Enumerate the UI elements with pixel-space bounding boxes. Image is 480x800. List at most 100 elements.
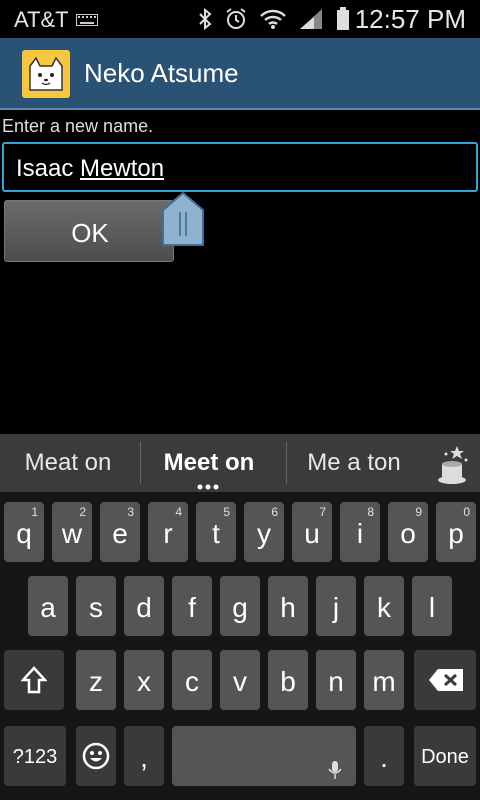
key-hint: 3: [127, 505, 134, 519]
app-icon: [22, 50, 70, 98]
suggestion-1[interactable]: Meat on: [6, 449, 130, 477]
signal-icon: [300, 9, 322, 29]
delete-key[interactable]: [414, 650, 476, 710]
app-title-bar: Neko Atsume: [0, 38, 480, 110]
space-key[interactable]: [172, 726, 356, 786]
key-hint: 7: [319, 505, 326, 519]
name-input[interactable]: Isaac Mewton: [2, 142, 478, 192]
key-label: Done: [421, 746, 469, 768]
keyboard-notification-icon: [76, 14, 98, 26]
status-bar: AT&T 12:57 PM: [0, 0, 480, 38]
key-t[interactable]: 5t: [196, 502, 236, 562]
key-label: l: [428, 592, 436, 623]
key-label: d: [136, 592, 152, 623]
clock: 12:57 PM: [354, 4, 466, 34]
done-key[interactable]: Done: [414, 726, 476, 786]
key-p[interactable]: 0p: [436, 502, 476, 562]
key-label: .: [380, 742, 388, 773]
alarm-icon: [226, 8, 246, 29]
key-u[interactable]: 7u: [292, 502, 332, 562]
key-y[interactable]: 6y: [244, 502, 284, 562]
key-s[interactable]: s: [76, 576, 116, 636]
key-b[interactable]: b: [268, 650, 308, 710]
key-hint: 2: [79, 505, 86, 519]
key-z[interactable]: z: [76, 650, 116, 710]
emoji-icon: [82, 742, 110, 770]
key-label: z: [89, 666, 103, 697]
dialog-prompt: Enter a new name.: [2, 116, 154, 136]
key-label: x: [137, 666, 151, 697]
key-label: o: [400, 518, 416, 549]
key-q[interactable]: 1q: [4, 502, 44, 562]
key-label: u: [304, 518, 320, 549]
carrier-name: AT&T: [14, 7, 69, 32]
key-label: g: [232, 592, 248, 623]
app-title: Neko Atsume: [84, 58, 239, 88]
key-n[interactable]: n: [316, 650, 356, 710]
name-input-prefix: Isaac: [16, 155, 81, 182]
key-label: q: [16, 518, 32, 549]
key-a[interactable]: a: [28, 576, 68, 636]
key-l[interactable]: l: [412, 576, 452, 636]
key-c[interactable]: c: [172, 650, 212, 710]
key-label: s: [89, 592, 103, 623]
key-label: c: [185, 666, 199, 697]
ok-button-label: OK: [71, 218, 109, 248]
emoji-key[interactable]: [76, 726, 116, 786]
suggestion-divider: [140, 442, 141, 484]
cat-icon: [22, 50, 70, 98]
suggestion-strip: Meat on Meet on Me a ton: [0, 434, 480, 492]
key-label: e: [112, 518, 128, 549]
period-key[interactable]: .: [364, 726, 404, 786]
soft-keyboard: 1q 2w 3e 4r 5t 6y 7u 8i 9o 0p a s d f g …: [0, 492, 480, 800]
ok-button[interactable]: OK: [4, 200, 174, 262]
text-cursor-handle[interactable]: [162, 192, 204, 246]
key-label: f: [188, 592, 196, 623]
status-icons: [198, 6, 350, 32]
key-label: b: [280, 666, 296, 697]
composing-word: Mewton: [80, 155, 165, 182]
key-r[interactable]: 4r: [148, 502, 188, 562]
key-j[interactable]: j: [316, 576, 356, 636]
key-hint: 8: [367, 505, 374, 519]
suggestion-divider: [286, 442, 287, 484]
key-label: t: [212, 518, 220, 549]
key-hint: 5: [223, 505, 230, 519]
key-label: r: [163, 518, 173, 549]
key-v[interactable]: v: [220, 650, 260, 710]
wifi-icon: [260, 9, 286, 29]
shift-key[interactable]: [4, 650, 64, 710]
battery-icon: [337, 7, 349, 30]
key-h[interactable]: h: [268, 576, 308, 636]
symbols-key[interactable]: ?123: [4, 726, 66, 786]
key-hint: 4: [175, 505, 182, 519]
key-i[interactable]: 8i: [340, 502, 380, 562]
key-m[interactable]: m: [364, 650, 404, 710]
key-label: n: [328, 666, 344, 697]
key-d[interactable]: d: [124, 576, 164, 636]
key-x[interactable]: x: [124, 650, 164, 710]
key-g[interactable]: g: [220, 576, 260, 636]
key-w[interactable]: 2w: [52, 502, 92, 562]
key-hint: 6: [271, 505, 278, 519]
bluetooth-icon: [199, 8, 212, 30]
suggestion-2[interactable]: Meet on: [146, 449, 272, 477]
key-o[interactable]: 9o: [388, 502, 428, 562]
key-label: i: [356, 518, 364, 549]
key-e[interactable]: 3e: [100, 502, 140, 562]
key-label: h: [280, 592, 296, 623]
magic-hat-icon[interactable]: [432, 442, 472, 486]
shift-icon: [21, 666, 47, 694]
key-k[interactable]: k: [364, 576, 404, 636]
key-f[interactable]: f: [172, 576, 212, 636]
more-suggestions-dots: [197, 484, 219, 490]
key-label: ?123: [12, 746, 58, 768]
key-hint: 0: [463, 505, 470, 519]
key-label: ,: [140, 742, 148, 773]
key-label: m: [372, 666, 396, 697]
comma-key[interactable]: ,: [124, 726, 164, 786]
key-label: y: [257, 518, 271, 549]
key-hint: 9: [415, 505, 422, 519]
suggestion-3[interactable]: Me a ton: [292, 449, 416, 477]
key-label: w: [61, 518, 83, 549]
